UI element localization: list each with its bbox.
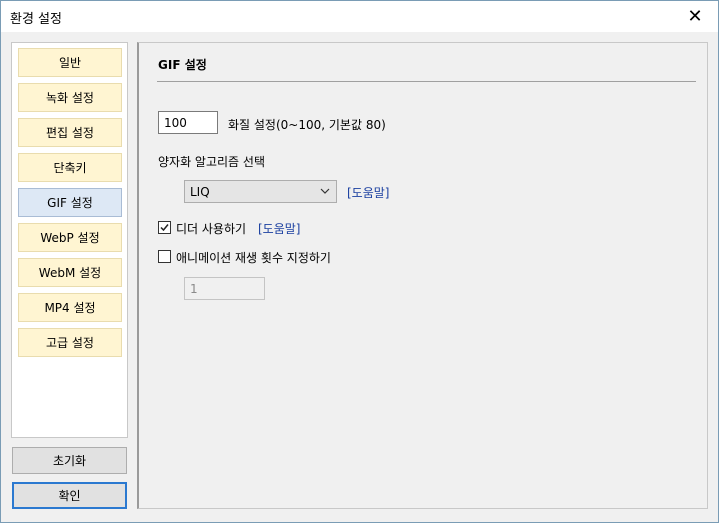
sidebar-item-gif[interactable]: GIF 설정 — [18, 188, 122, 217]
sidebar-item-label: GIF 설정 — [47, 196, 93, 210]
title-bar: 환경 설정 ✕ — [1, 1, 718, 32]
ok-button-label: 확인 — [58, 489, 81, 503]
sidebar-item-recording[interactable]: 녹화 설정 — [18, 83, 122, 112]
sidebar-item-label: 고급 설정 — [46, 336, 94, 350]
reset-button[interactable]: 초기화 — [12, 447, 127, 474]
close-icon: ✕ — [687, 6, 703, 27]
quality-input[interactable] — [158, 111, 218, 134]
sidebar-item-label: 편집 설정 — [46, 126, 94, 140]
reset-button-label: 초기화 — [52, 454, 87, 468]
sidebar-item-label: 단축키 — [53, 161, 87, 175]
quantization-select[interactable]: LIQ — [184, 180, 337, 203]
sidebar-item-webp[interactable]: WebP 설정 — [18, 223, 122, 252]
loop-count-label: 애니메이션 재생 횟수 지정하기 — [176, 251, 331, 265]
section-divider — [157, 81, 696, 82]
checkmark-icon — [160, 224, 169, 232]
dither-label: 디더 사용하기 — [176, 222, 247, 236]
section-title: GIF 설정 — [158, 58, 207, 72]
close-button[interactable]: ✕ — [672, 1, 718, 32]
chevron-down-icon — [320, 188, 330, 194]
quality-label: 화질 설정(0~100, 기본값 80) — [228, 118, 386, 132]
settings-nav: 일반 녹화 설정 편집 설정 단축키 GIF 설정 WebP 설정 WebM 설… — [11, 42, 128, 438]
preferences-dialog: 환경 설정 ✕ 일반 녹화 설정 편집 설정 단축키 GIF 설정 WebP 설… — [0, 0, 719, 523]
sidebar-item-advanced[interactable]: 고급 설정 — [18, 328, 122, 357]
sidebar-item-label: WebP 설정 — [40, 231, 100, 245]
sidebar-item-mp4[interactable]: MP4 설정 — [18, 293, 122, 322]
dither-checkbox[interactable] — [158, 221, 171, 234]
quantization-help-link[interactable]: [도움말] — [347, 184, 389, 201]
sidebar-item-webm[interactable]: WebM 설정 — [18, 258, 122, 287]
quantization-selected-value: LIQ — [190, 184, 210, 199]
dither-help-link[interactable]: [도움말] — [258, 220, 300, 237]
loop-count-checkbox[interactable] — [158, 250, 171, 263]
sidebar-item-label: 녹화 설정 — [46, 91, 94, 105]
window-title: 환경 설정 — [10, 12, 62, 27]
sidebar-item-editing[interactable]: 편집 설정 — [18, 118, 122, 147]
sidebar-item-label: WebM 설정 — [38, 266, 102, 280]
sidebar-item-shortcuts[interactable]: 단축키 — [18, 153, 122, 182]
sidebar-item-label: MP4 설정 — [44, 301, 96, 315]
sidebar-item-label: 일반 — [58, 56, 82, 70]
loop-count-input[interactable] — [184, 277, 265, 300]
quantization-label: 양자화 알고리즘 선택 — [158, 155, 265, 169]
ok-button[interactable]: 확인 — [12, 482, 127, 509]
sidebar-item-general[interactable]: 일반 — [18, 48, 122, 77]
gif-settings-panel: GIF 설정 화질 설정(0~100, 기본값 80) 양자화 알고리즘 선택 … — [137, 42, 708, 509]
